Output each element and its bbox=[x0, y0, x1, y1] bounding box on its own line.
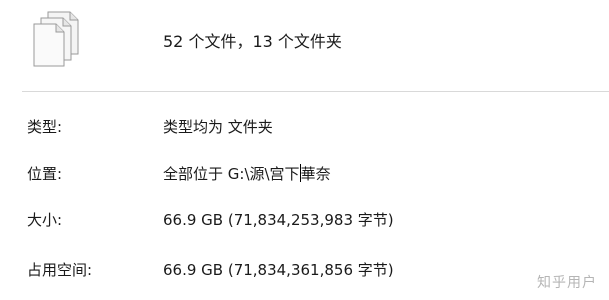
multiple-files-icon bbox=[30, 10, 82, 68]
type-label: 类型: bbox=[27, 118, 63, 136]
size-label: 大小: bbox=[27, 211, 63, 229]
section-divider bbox=[22, 91, 609, 92]
selection-summary: 52 个文件，13 个文件夹 bbox=[163, 32, 342, 51]
size-value: 66.9 GB (71,834,253,983 字节) bbox=[163, 211, 394, 229]
property-row-size: 大小: 66.9 GB (71,834,253,983 字节) bbox=[0, 209, 609, 233]
location-text-after-caret: 華奈 bbox=[300, 165, 331, 183]
type-value: 类型均为 文件夹 bbox=[163, 118, 273, 136]
location-value[interactable]: 全部位于 G:\源\宫下華奈 bbox=[163, 163, 331, 184]
size-on-disk-label: 占用空间: bbox=[27, 261, 93, 279]
size-on-disk-value: 66.9 GB (71,834,361,856 字节) bbox=[163, 261, 394, 279]
property-row-type: 类型: 类型均为 文件夹 bbox=[0, 116, 609, 140]
property-row-location: 位置: 全部位于 G:\源\宫下華奈 bbox=[0, 163, 609, 187]
location-text-before-caret: 全部位于 G:\源\宫下 bbox=[163, 165, 300, 183]
property-row-size-on-disk: 占用空间: 66.9 GB (71,834,361,856 字节) bbox=[0, 259, 609, 283]
watermark: 知乎用户 bbox=[537, 275, 597, 291]
location-label: 位置: bbox=[27, 165, 63, 183]
